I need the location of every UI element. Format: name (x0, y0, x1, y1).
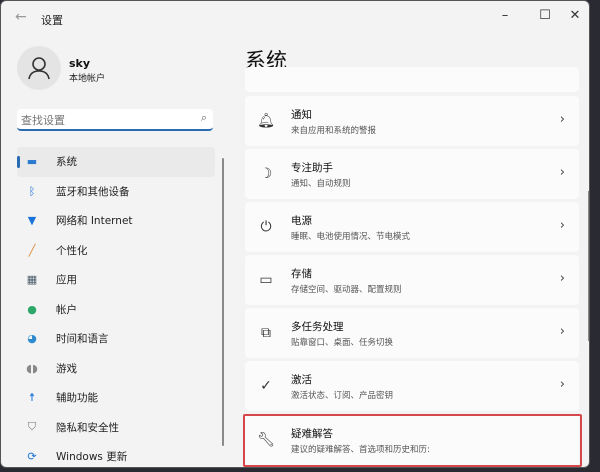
partial-card[interactable] (245, 67, 579, 92)
sidebar-item-label: Windows 更新 (56, 451, 128, 464)
sidebar-item-label: 时间和语言 (56, 333, 109, 346)
chevron-right-icon: › (559, 377, 565, 392)
sidebar-item-update[interactable]: ⟳ Windows 更新 (17, 442, 215, 467)
sidebar-item-accessibility[interactable]: ☨ 辅助功能 (17, 383, 215, 413)
sidebar-item-label: 蓝牙和其他设备 (56, 185, 130, 198)
chevron-right-icon: › (559, 112, 565, 127)
settings-card-storage[interactable]: ▭ 存储存储空间、驱动器、配置规则 › (245, 255, 579, 305)
account-type: 本地帐户 (69, 74, 106, 84)
card-title: 专注助手 (291, 161, 333, 174)
card-subtitle: 贴靠窗口、桌面、任务切换 (291, 337, 394, 348)
accessibility-icon: ☨ (29, 391, 35, 405)
title-bar: ← 设置 – ☐ ✕ (1, 1, 589, 35)
sidebar-nav: ▬ 系统 ᛒ 蓝牙和其他设备 ▼ 网络和 Internet ╱ 个性化 ▦ 应用 ● 帐户 ◕ 时间和语言… (17, 147, 215, 467)
card-title: 激活 (291, 373, 312, 386)
close-button[interactable]: ✕ (561, 5, 589, 27)
sidebar-item-bluetooth[interactable]: ᛒ 蓝牙和其他设备 (17, 177, 215, 207)
sidebar-item-apps[interactable]: ▦ 应用 (17, 265, 215, 295)
wifi-icon: ▼ (27, 214, 37, 228)
settings-window: ← 设置 – ☐ ✕ sky 本地帐户 ⌕ ▬ 系统 ᛒ 蓝牙和其他设备 ▼ 网络和 In… (0, 0, 590, 468)
search-box[interactable]: ⌕ (17, 109, 213, 131)
sidebar-item-label: 隐私和安全性 (56, 421, 119, 434)
apps-icon: ▦ (26, 273, 38, 287)
power-icon: ⏻ (260, 219, 272, 235)
sidebar-item-globe-clock[interactable]: ◕ 时间和语言 (17, 324, 215, 354)
sidebar-item-label: 网络和 Internet (56, 215, 133, 228)
search-input[interactable] (17, 111, 187, 130)
sidebar-item-gamepad[interactable]: ◖◗ 游戏 (17, 354, 215, 384)
sidebar-item-account[interactable]: ● 帐户 (17, 295, 215, 325)
settings-card-check-circle[interactable]: ✓ 激活激活状态、订阅、产品密钥 › (245, 361, 579, 411)
chevron-right-icon: › (559, 324, 565, 339)
sidebar-item-label: 游戏 (56, 362, 77, 375)
card-subtitle: 存储空间、驱动器、配置规则 (291, 284, 402, 295)
chevron-right-icon: › (559, 218, 565, 233)
gamepad-icon: ◖◗ (26, 361, 38, 375)
sidebar-item-label: 应用 (56, 274, 77, 287)
bell-icon: 🔔︎ (257, 113, 275, 129)
card-title: 存储 (291, 267, 312, 280)
card-title: 多任务处理 (291, 320, 344, 333)
settings-card-moon[interactable]: ☽ 专注助手通知、自动规则 › (245, 149, 579, 199)
globe-clock-icon: ◕ (27, 332, 37, 346)
card-subtitle: 睡眠、电池使用情况、节电模式 (291, 231, 411, 242)
highlight-box (243, 414, 582, 467)
card-subtitle: 通知、自动规则 (291, 178, 351, 189)
moon-icon: ☽ (259, 166, 273, 182)
user-name: sky (69, 57, 91, 70)
avatar[interactable] (17, 46, 61, 90)
system-icon: ▬ (26, 155, 38, 169)
check-circle-icon: ✓ (260, 378, 272, 394)
card-title: 电源 (291, 214, 312, 227)
person-icon (28, 57, 50, 80)
account-icon: ● (27, 302, 37, 316)
card-subtitle: 来自应用和系统的警报 (291, 125, 377, 136)
update-icon: ⟳ (27, 450, 37, 464)
shield-icon: ⛉ (27, 420, 37, 434)
storage-icon: ▭ (259, 272, 273, 288)
sidebar-item-label: 辅助功能 (56, 392, 98, 405)
search-icon[interactable]: ⌕ (201, 111, 207, 125)
app-title: 设置 (41, 14, 63, 27)
back-arrow-icon[interactable]: ← (15, 9, 27, 25)
card-title: 通知 (291, 108, 312, 121)
multitask-icon: ⧉ (261, 325, 271, 341)
sidebar-item-shield[interactable]: ⛉ 隐私和安全性 (17, 413, 215, 443)
sidebar-item-label: 个性化 (56, 244, 88, 257)
bluetooth-icon: ᛒ (28, 184, 36, 198)
minimize-button[interactable]: – (491, 5, 519, 27)
sidebar-item-brush[interactable]: ╱ 个性化 (17, 236, 215, 266)
maximize-button[interactable]: ☐ (531, 5, 559, 27)
chevron-right-icon: › (559, 271, 565, 286)
sidebar-item-label: 系统 (56, 156, 77, 169)
settings-card-power[interactable]: ⏻ 电源睡眠、电池使用情况、节电模式 › (245, 202, 579, 252)
sidebar-scrollbar[interactable] (222, 158, 224, 446)
sidebar-item-wifi[interactable]: ▼ 网络和 Internet (17, 206, 215, 236)
card-subtitle: 激活状态、订阅、产品密钥 (291, 390, 394, 401)
main-scrollbar[interactable] (588, 191, 589, 341)
sidebar-item-system[interactable]: ▬ 系统 (17, 147, 215, 177)
settings-card-bell[interactable]: 🔔︎ 通知来自应用和系统的警报 › (245, 96, 579, 146)
sidebar-item-label: 帐户 (56, 303, 77, 316)
brush-icon: ╱ (28, 243, 36, 257)
chevron-right-icon: › (559, 165, 565, 180)
settings-card-multitask[interactable]: ⧉ 多任务处理贴靠窗口、桌面、任务切换 › (245, 308, 579, 358)
